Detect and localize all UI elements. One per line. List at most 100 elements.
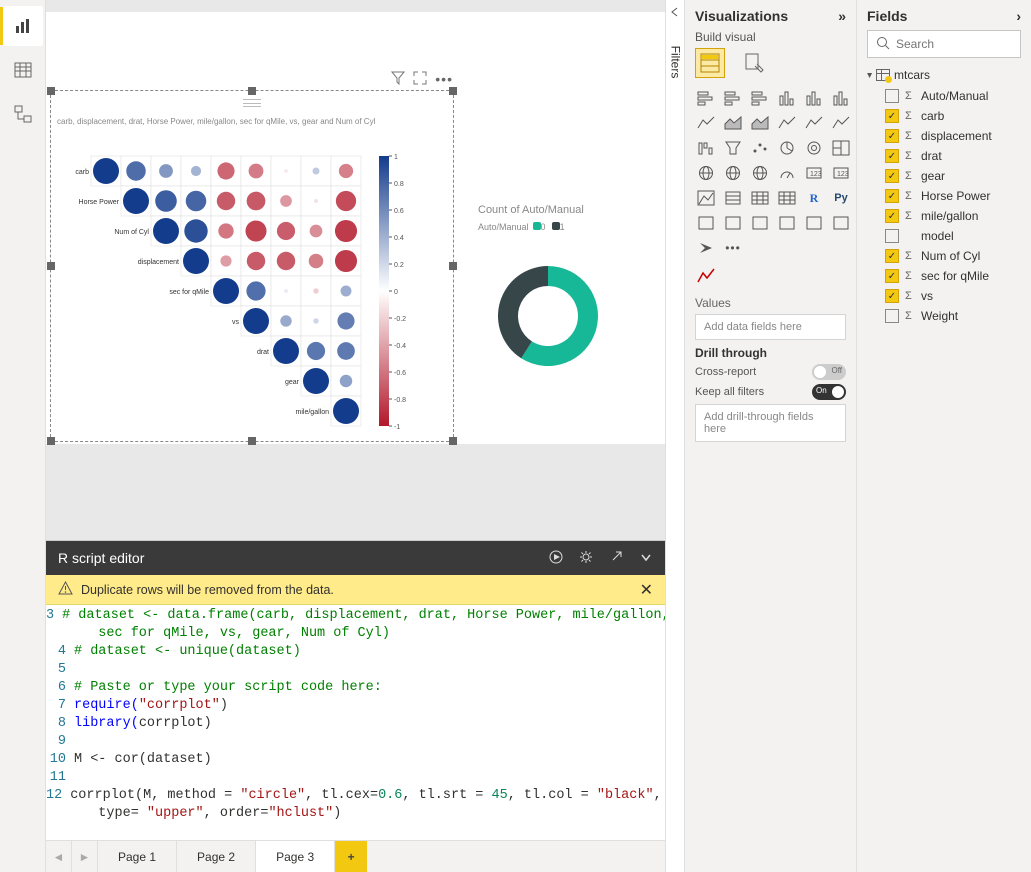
viz-type-py[interactable]: Py	[830, 188, 852, 208]
filters-pane-collapsed[interactable]: Filters	[665, 0, 685, 872]
values-drop-well[interactable]: Add data fields here	[695, 314, 846, 340]
viz-type-bar-clustered[interactable]	[722, 88, 744, 108]
field-checkbox[interactable]: ✓	[885, 249, 899, 263]
viz-type-ribbon[interactable]	[830, 113, 852, 133]
viz-type-treemap[interactable]	[830, 138, 852, 158]
field-row[interactable]: ✓Σcarb	[867, 106, 1021, 126]
data-view-button[interactable]	[3, 50, 43, 90]
field-row[interactable]: ΣWeight	[867, 306, 1021, 326]
run-script-icon[interactable]	[549, 550, 563, 567]
field-row[interactable]: ✓Σdisplacement	[867, 126, 1021, 146]
donut-visual[interactable]: Count of Auto/Manual Auto/Manual 01	[478, 204, 658, 389]
cross-report-toggle[interactable]: Off	[812, 364, 846, 380]
r-visual-container[interactable]: ••• carb, displacement, drat, Horse Powe…	[50, 90, 454, 442]
viz-type-power-apps[interactable]	[830, 213, 852, 233]
viz-type-kpi[interactable]	[695, 188, 717, 208]
field-checkbox[interactable]: ✓	[885, 289, 899, 303]
field-checkbox[interactable]: ✓	[885, 269, 899, 283]
page-nav-prev[interactable]: ◄	[46, 841, 72, 872]
viz-type-bar-100[interactable]	[749, 88, 771, 108]
field-checkbox[interactable]: ✓	[885, 149, 899, 163]
script-options-icon[interactable]	[579, 550, 593, 567]
resize-handle[interactable]	[449, 437, 457, 445]
viz-type-bar-stacked[interactable]	[695, 88, 717, 108]
format-visual-tab[interactable]	[739, 48, 769, 78]
viz-type-area[interactable]	[722, 113, 744, 133]
page-tab[interactable]: Page 1	[98, 841, 177, 872]
field-checkbox[interactable]: ✓	[885, 169, 899, 183]
viz-type-power-automate[interactable]	[695, 238, 717, 258]
field-checkbox[interactable]	[885, 309, 899, 323]
field-checkbox[interactable]: ✓	[885, 129, 899, 143]
viz-type-area-stacked[interactable]	[749, 113, 771, 133]
resize-handle[interactable]	[248, 87, 256, 95]
viz-type-narrative[interactable]	[776, 213, 798, 233]
viz-type-table[interactable]	[749, 188, 771, 208]
viz-type-filled-map[interactable]	[722, 163, 744, 183]
collapse-editor-icon[interactable]	[639, 550, 653, 567]
field-row[interactable]: ΣAuto/Manual	[867, 86, 1021, 106]
code-area[interactable]: 3# dataset <- data.frame(carb, displacem…	[46, 605, 665, 840]
keep-filters-toggle[interactable]: On	[812, 384, 846, 400]
field-checkbox[interactable]: ✓	[885, 109, 899, 123]
drag-grip-icon[interactable]	[243, 99, 261, 107]
viz-type-qna[interactable]	[749, 213, 771, 233]
field-row[interactable]: ✓Σsec for qMile	[867, 266, 1021, 286]
page-nav-next[interactable]: ►	[72, 841, 98, 872]
expand-filters-icon[interactable]	[669, 6, 681, 21]
report-canvas-area[interactable]: ••• carb, displacement, drat, Horse Powe…	[46, 0, 665, 540]
model-view-button[interactable]	[3, 94, 43, 134]
viz-type-matrix[interactable]	[776, 188, 798, 208]
collapse-viz-pane-icon[interactable]: »	[838, 8, 846, 24]
resize-handle[interactable]	[449, 262, 457, 270]
more-options-icon[interactable]: •••	[435, 71, 453, 88]
viz-type-column-clustered[interactable]	[776, 88, 798, 108]
popout-icon[interactable]	[609, 550, 623, 567]
add-page-button[interactable]: +	[335, 841, 367, 872]
build-visual-tab[interactable]	[695, 48, 725, 78]
field-row[interactable]: ✓ΣHorse Power	[867, 186, 1021, 206]
field-row[interactable]: ✓Σvs	[867, 286, 1021, 306]
viz-type-decomposition[interactable]	[722, 213, 744, 233]
field-row[interactable]: ✓Σmile/gallon	[867, 206, 1021, 226]
filter-icon[interactable]	[391, 71, 405, 88]
viz-type-multi-card[interactable]: 123	[830, 163, 852, 183]
viz-type-pie[interactable]	[776, 138, 798, 158]
viz-type-key-influencers[interactable]	[695, 213, 717, 233]
report-view-button[interactable]	[3, 6, 43, 46]
collapse-fields-pane-icon[interactable]: ›	[1016, 8, 1021, 24]
viz-type-scatter[interactable]	[749, 138, 771, 158]
field-checkbox[interactable]	[885, 229, 899, 243]
resize-handle[interactable]	[47, 437, 55, 445]
viz-type-card[interactable]: 123	[803, 163, 825, 183]
viz-type-column-100[interactable]	[830, 88, 852, 108]
fields-search-box[interactable]	[867, 30, 1021, 58]
viz-type-paginated[interactable]	[803, 213, 825, 233]
close-warning-icon[interactable]: ✕	[640, 580, 653, 600]
fields-search-input[interactable]	[896, 37, 1031, 51]
resize-handle[interactable]	[47, 87, 55, 95]
field-row[interactable]: ✓Σdrat	[867, 146, 1021, 166]
viz-type-donut[interactable]	[803, 138, 825, 158]
resize-handle[interactable]	[449, 87, 457, 95]
viz-type-funnel[interactable]	[722, 138, 744, 158]
table-node-mtcars[interactable]: ▸ mtcars	[867, 68, 1021, 82]
viz-type-waterfall[interactable]	[695, 138, 717, 158]
viz-type-map[interactable]	[695, 163, 717, 183]
viz-type-slicer[interactable]	[722, 188, 744, 208]
viz-type-line-column-stacked[interactable]	[803, 113, 825, 133]
viz-type-line[interactable]	[695, 113, 717, 133]
drill-through-drop-well[interactable]: Add drill-through fields here	[695, 404, 846, 442]
focus-mode-icon[interactable]	[413, 71, 427, 88]
page-tab[interactable]: Page 2	[177, 841, 256, 872]
viz-type-gauge[interactable]	[776, 163, 798, 183]
viz-type-r[interactable]: R	[803, 188, 825, 208]
field-row[interactable]: ✓ΣNum of Cyl	[867, 246, 1021, 266]
viz-type-more[interactable]: •••	[722, 238, 744, 258]
field-row[interactable]: ✓Σgear	[867, 166, 1021, 186]
field-checkbox[interactable]	[885, 89, 899, 103]
resize-handle[interactable]	[248, 437, 256, 445]
resize-handle[interactable]	[47, 262, 55, 270]
viz-type-column-stacked[interactable]	[803, 88, 825, 108]
custom-visual-icon[interactable]	[695, 266, 717, 286]
